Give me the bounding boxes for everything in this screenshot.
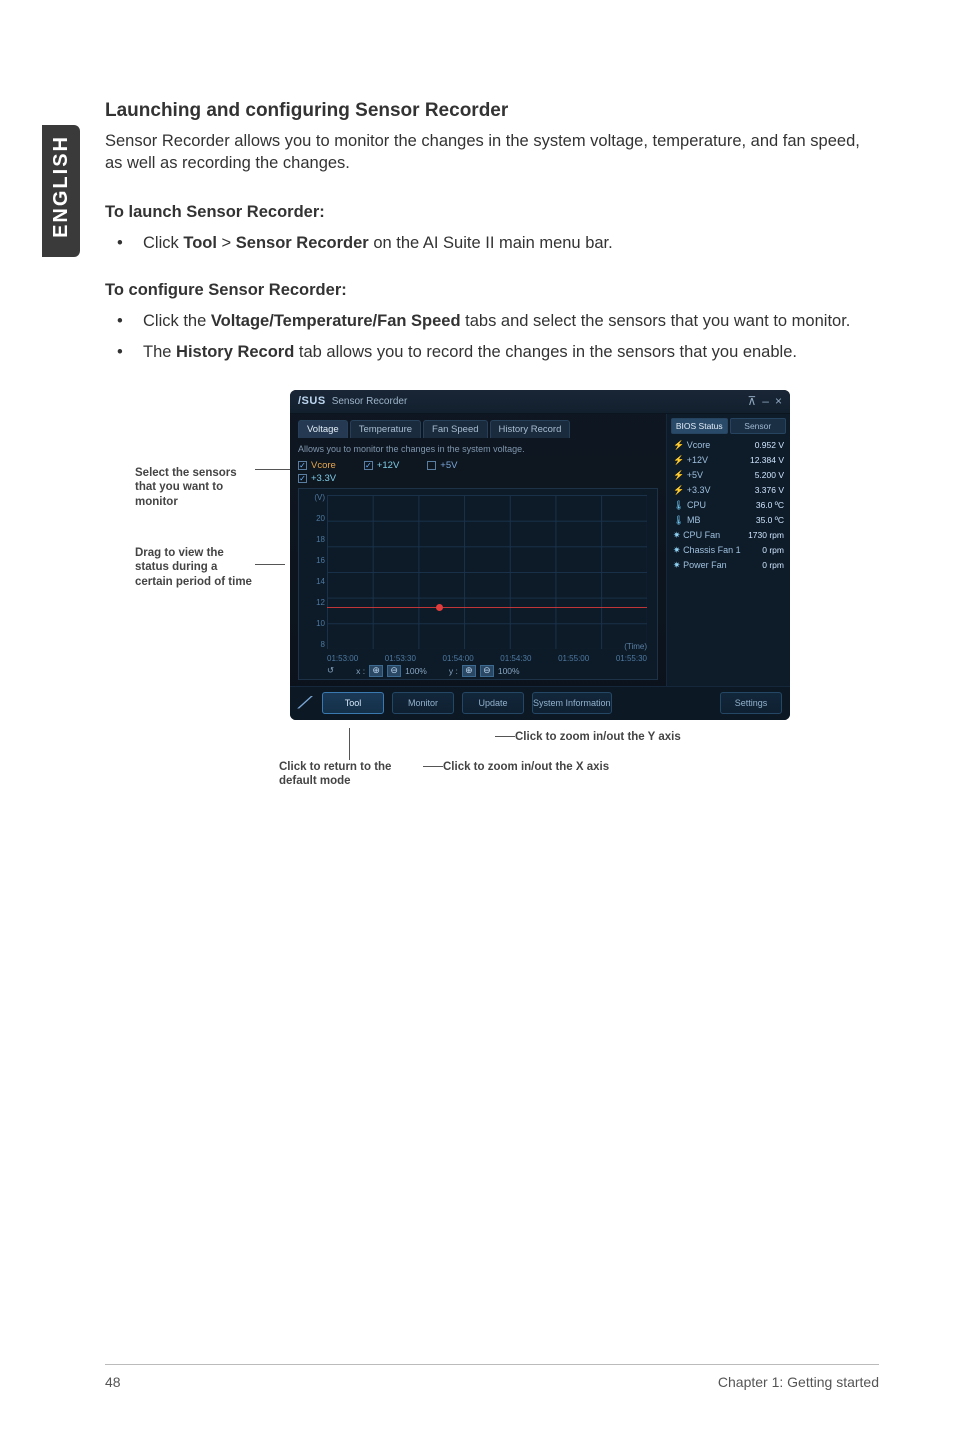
bolt-icon: ⚡ (673, 455, 684, 465)
y-ticks: (V) 20 18 16 14 12 10 8 (303, 493, 325, 649)
x-ticks: 01:53:00 01:53:30 01:54:00 01:54:30 01:5… (327, 654, 647, 663)
fan-icon: ✷ (673, 530, 681, 540)
page-footer: 48 Chapter 1: Getting started (105, 1374, 879, 1390)
bottom-update-button[interactable]: Update (462, 692, 524, 714)
intro-paragraph: Sensor Recorder allows you to monitor th… (105, 130, 879, 175)
launch-bullets: Click Tool > Sensor Recorder on the AI S… (105, 232, 879, 255)
main-tabs: Voltage Temperature Fan Speed History Re… (298, 420, 658, 438)
callout-zoom-x: Click to zoom in/out the X axis (443, 760, 613, 774)
sensor-row-power-fan: ✷ Power Fan0 rpm (671, 558, 786, 573)
side-tab-bios-status[interactable]: BIOS Status (671, 418, 728, 434)
bottom-settings-button[interactable]: Settings (720, 692, 782, 714)
chart-area[interactable]: (V) 20 18 16 14 12 10 8 (Time) (298, 488, 658, 680)
bottom-monitor-button[interactable]: Monitor (392, 692, 454, 714)
configure-subhead: To configure Sensor Recorder: (105, 281, 879, 300)
sensor-row-vcore: ⚡ Vcore0.952 V (671, 438, 786, 453)
fan-icon: ✷ (673, 545, 681, 555)
bolt-icon: ⚡ (673, 485, 684, 495)
sensor-recorder-window: /SUS Sensor Recorder ⊼ – × Voltage Tempe… (290, 390, 790, 720)
check-5v[interactable]: +5V (427, 460, 457, 471)
bottom-tool-button[interactable]: Tool (322, 692, 384, 714)
configure-bullet-1: Click the Voltage/Temperature/Fan Speed … (105, 310, 879, 333)
section-title: Launching and configuring Sensor Recorde… (105, 100, 879, 122)
bottom-sysinfo-button[interactable]: System Information (532, 692, 612, 714)
bolt-icon: ⚡ (673, 440, 684, 450)
tab-voltage[interactable]: Voltage (298, 420, 348, 438)
thermometer-icon: 🌡 (673, 515, 684, 525)
thermometer-icon: 🌡 (673, 500, 684, 510)
status-sidebar: BIOS Status Sensor ⚡ Vcore0.952 V ⚡ +12V… (666, 414, 790, 686)
zoom-in-y-button[interactable]: ⊕ (462, 665, 476, 677)
tab-description: Allows you to monitor the changes in the… (298, 444, 658, 454)
sensor-row-cpu-fan: ✷ CPU Fan1730 rpm (671, 528, 786, 543)
configure-bullet-2: The History Record tab allows you to rec… (105, 341, 879, 364)
tab-temperature[interactable]: Temperature (350, 420, 421, 438)
figure: Select the sensors that you want to moni… (135, 390, 795, 810)
zoom-in-x-button[interactable]: ⊕ (369, 665, 383, 677)
pin-icon[interactable]: ⊼ (748, 394, 757, 408)
check-12v[interactable]: ✓+12V (364, 460, 399, 471)
chart-grid (327, 495, 647, 649)
time-axis-label: (Time) (624, 642, 647, 651)
callout-return-default: Click to return to the default mode (279, 760, 399, 789)
bottom-bar: ⟋ Tool Monitor Update System Information… (290, 686, 790, 720)
asus-logo-icon: ⟋ (298, 695, 314, 711)
sensor-checkboxes: ✓Vcore ✓+12V +5V (298, 460, 658, 471)
configure-bullets: Click the Voltage/Temperature/Fan Speed … (105, 310, 879, 364)
sensor-row-cpu-temp: 🌡 CPU36.0 ºC (671, 498, 786, 513)
side-tab-sensor[interactable]: Sensor (730, 418, 787, 434)
tab-fan-speed[interactable]: Fan Speed (423, 420, 487, 438)
close-icon[interactable]: × (775, 394, 782, 408)
check-vcore[interactable]: ✓Vcore (298, 460, 336, 471)
language-tab: ENGLISH (42, 125, 80, 257)
sensor-row-5v: ⚡ +5V5.200 V (671, 468, 786, 483)
sensor-row-chassis-fan: ✷ Chassis Fan 10 rpm (671, 543, 786, 558)
reset-zoom-button[interactable]: ↺ (327, 665, 334, 677)
zoom-out-y-button[interactable]: ⊖ (480, 665, 494, 677)
bolt-icon: ⚡ (673, 470, 684, 480)
language-tab-label: ENGLISH (50, 135, 73, 238)
callout-zoom-y: Click to zoom in/out the Y axis (515, 730, 685, 744)
axis-zoom-controls: ↺ x : ⊕ ⊖ 100% y : ⊕ ⊖ 10 (327, 665, 520, 677)
sensor-row-3-3v: ⚡ +3.3V3.376 V (671, 483, 786, 498)
check-3-3v[interactable]: ✓+3.3V (298, 473, 336, 484)
callout-drag-view: Drag to view the status during a certain… (135, 546, 255, 589)
minimize-icon[interactable]: – (762, 394, 769, 408)
chart-series-line (327, 607, 647, 608)
fan-icon: ✷ (673, 560, 681, 570)
brand-logo: /SUS (298, 395, 326, 407)
window-title: Sensor Recorder (332, 396, 408, 407)
window-titlebar: /SUS Sensor Recorder ⊼ – × (290, 390, 790, 414)
launch-bullet-1: Click Tool > Sensor Recorder on the AI S… (105, 232, 879, 255)
sensor-row-mb-temp: 🌡 MB35.0 ºC (671, 513, 786, 528)
chapter-label: Chapter 1: Getting started (718, 1374, 879, 1390)
launch-subhead: To launch Sensor Recorder: (105, 203, 879, 222)
callout-select-sensors: Select the sensors that you want to moni… (135, 466, 255, 509)
page-number: 48 (105, 1374, 121, 1390)
tab-history-record[interactable]: History Record (490, 420, 571, 438)
sensor-row-12v: ⚡ +12V12.384 V (671, 453, 786, 468)
zoom-out-x-button[interactable]: ⊖ (387, 665, 401, 677)
